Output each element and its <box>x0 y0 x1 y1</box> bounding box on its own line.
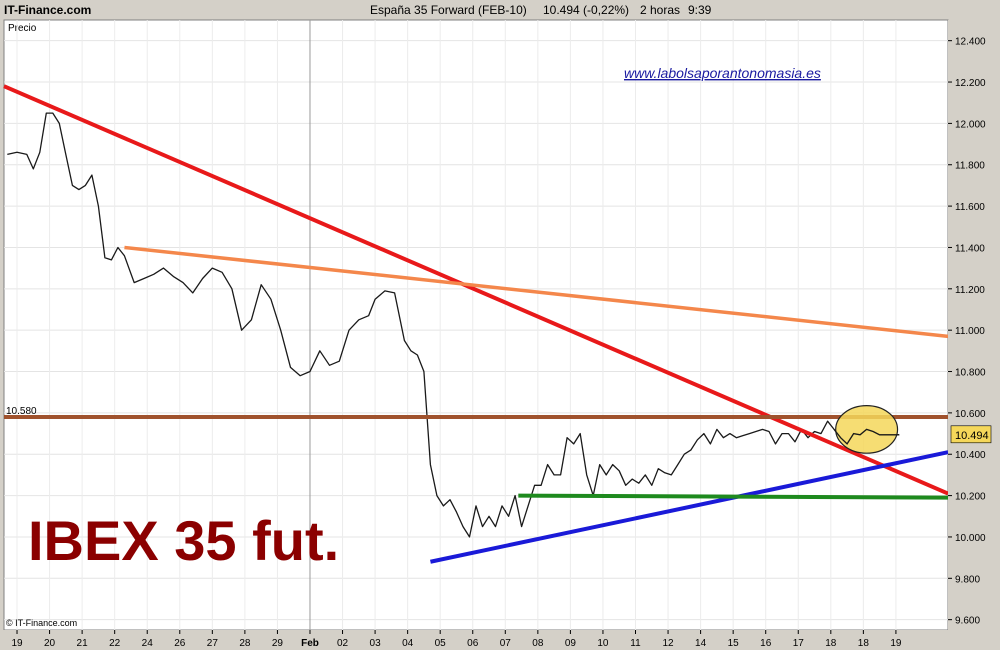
x-tick-label: 15 <box>728 638 740 649</box>
y-tick-label: 12.200 <box>955 78 986 89</box>
x-tick-label: 17 <box>793 638 805 649</box>
x-tick-label: 29 <box>272 638 284 649</box>
x-tick-label: 04 <box>402 638 414 649</box>
x-tick-label: Feb <box>301 638 319 649</box>
y-tick-label: 10.400 <box>955 450 986 461</box>
y-tick-label: 10.600 <box>955 409 986 420</box>
x-tick-label: 18 <box>825 638 837 649</box>
x-tick-label: 21 <box>77 638 89 649</box>
x-tick-label: 12 <box>662 638 674 649</box>
instrument-name: España 35 Forward (FEB-10) <box>370 3 527 17</box>
x-tick-label: 08 <box>532 638 544 649</box>
copyright: © IT-Finance.com <box>6 618 77 628</box>
y-tick-label: 11.400 <box>955 243 985 254</box>
y-tick-label: 9.600 <box>955 616 980 627</box>
x-tick-label: 28 <box>239 638 251 649</box>
chart-title: IBEX 35 fut. <box>28 509 339 572</box>
x-tick-label: 03 <box>370 638 382 649</box>
y-tick-label: 9.800 <box>955 574 980 585</box>
x-tick-label: 22 <box>109 638 121 649</box>
last-price-label: 10.494 <box>955 430 989 442</box>
x-tick-label: 14 <box>695 638 707 649</box>
y-tick-label: 12.400 <box>955 37 986 48</box>
y-tick-label: 11.600 <box>955 202 985 213</box>
y-tick-label: 12.000 <box>955 119 986 130</box>
x-tick-label: 19 <box>11 638 23 649</box>
time-text: 9:39 <box>688 3 712 17</box>
chart-window: IT-Finance.com España 35 Forward (FEB-10… <box>0 0 1000 650</box>
y-tick-label: 11.000 <box>955 326 985 337</box>
x-tick-label: 18 <box>858 638 870 649</box>
highlight-ellipse <box>833 405 900 454</box>
y-tick-label: 10.800 <box>955 368 986 379</box>
level-label: 10.580 <box>6 406 37 417</box>
x-tick-label: 20 <box>44 638 56 649</box>
watermark-link[interactable]: www.labolsaporantonomasia.es <box>624 65 821 81</box>
x-tick-label: 02 <box>337 638 349 649</box>
last-price-tag: 10.494 <box>950 425 992 444</box>
x-tick-label: 27 <box>207 638 219 649</box>
support-trendline <box>518 493 949 500</box>
x-tick-label: 11 <box>630 638 641 649</box>
y-tick-label: 10.000 <box>955 533 986 544</box>
site-name: IT-Finance.com <box>4 3 91 17</box>
x-tick-label: 24 <box>142 638 154 649</box>
x-tick-label: 05 <box>435 638 447 649</box>
x-tick-label: 09 <box>565 638 577 649</box>
x-tick-label: 07 <box>500 638 512 649</box>
x-tick-label: 26 <box>174 638 186 649</box>
price-chart: IT-Finance.com España 35 Forward (FEB-10… <box>0 0 1000 650</box>
x-tick-label: 06 <box>467 638 479 649</box>
y-tick-label: 11.200 <box>955 285 985 296</box>
y-tick-label: 10.200 <box>955 492 986 503</box>
y-tick-label: 11.800 <box>955 161 985 172</box>
x-tick-label: 19 <box>890 638 902 649</box>
quote-text: 10.494 (-0,22%) <box>543 3 629 17</box>
x-tick-label: 10 <box>597 638 609 649</box>
x-tick-label: 16 <box>760 638 772 649</box>
timeframe-text: 2 horas <box>640 3 680 17</box>
panel-label: Precio <box>8 23 37 34</box>
